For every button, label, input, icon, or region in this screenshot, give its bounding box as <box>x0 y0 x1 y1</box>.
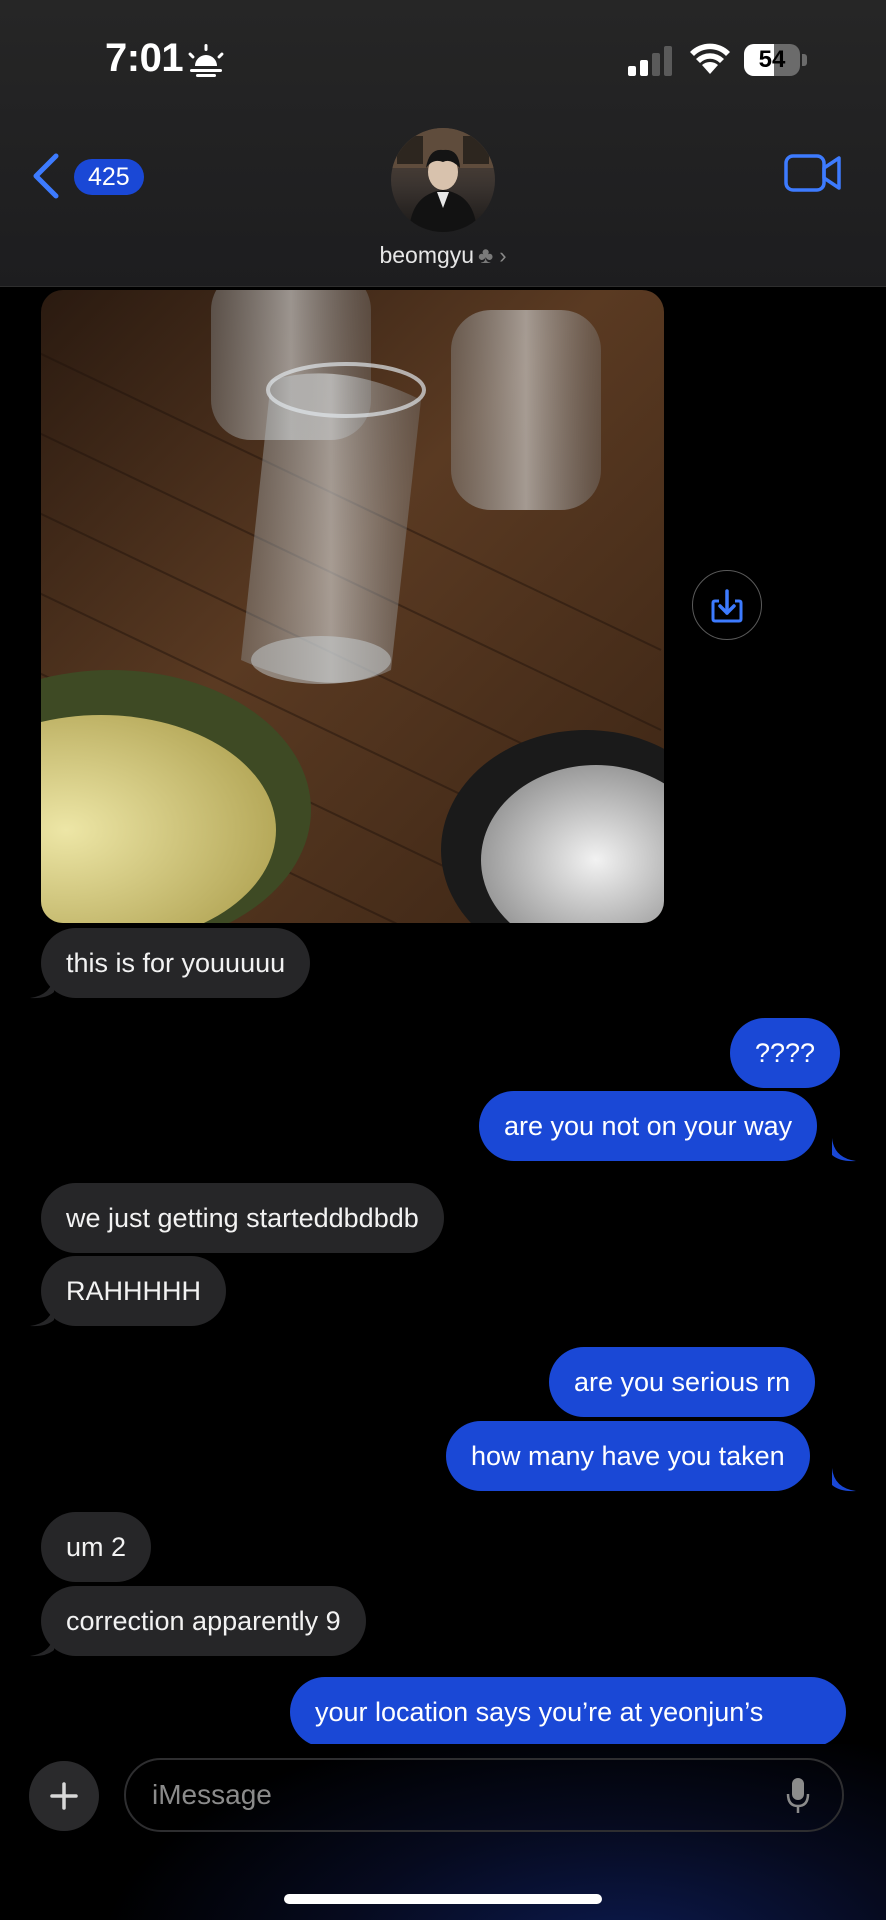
message-bubble-sent[interactable]: are you serious rn <box>549 1347 816 1417</box>
contact-emoji: ♣ <box>478 242 494 268</box>
message-bubble-sent[interactable]: how many have you taken <box>446 1421 810 1491</box>
bubble-tail <box>30 1633 54 1657</box>
battery-percent: 54 <box>758 46 786 73</box>
message-bubble-received[interactable]: RAHHHHH <box>41 1256 226 1326</box>
contact-avatar[interactable] <box>391 128 495 232</box>
message-input-placeholder: iMessage <box>152 1779 272 1810</box>
message-bubble-received[interactable]: we just getting starteddbdbdb <box>41 1183 444 1253</box>
contact-name-text: beomgyu <box>379 242 475 268</box>
download-icon <box>711 589 743 623</box>
unread-count-badge[interactable]: 425 <box>74 159 144 195</box>
status-bar: 7:01 54 <box>0 0 886 120</box>
status-time: 7:01 <box>105 36 184 80</box>
contact-name[interactable]: beomgyu ♣ › <box>300 242 586 269</box>
plus-icon <box>50 1782 78 1810</box>
message-bubble-sent[interactable]: your location says you’re at yeonjun’s <box>290 1677 846 1747</box>
facetime-video-icon[interactable] <box>784 152 842 194</box>
wifi-icon <box>690 43 730 74</box>
message-bubble-sent[interactable]: ???? <box>730 1018 841 1088</box>
cellular-signal-icon <box>628 46 672 76</box>
save-photo-button[interactable] <box>692 570 762 640</box>
photo-attachment <box>41 290 664 923</box>
battery-indicator: 54 <box>744 44 808 76</box>
chevron-right-icon: › <box>499 243 507 268</box>
conversation-header: 7:01 54 425 beomgyu ♣ › <box>0 0 886 287</box>
microphone-icon[interactable] <box>786 1778 810 1814</box>
add-attachment-button[interactable] <box>29 1761 99 1831</box>
bubble-tail <box>30 975 54 999</box>
message-bubble-sent[interactable]: are you not on your way <box>479 1091 818 1161</box>
sunrise-icon <box>188 44 224 77</box>
message-bubble-received[interactable]: this is for youuuuu <box>41 928 311 998</box>
bubble-tail <box>832 1468 856 1492</box>
message-input[interactable]: iMessage <box>124 1758 844 1832</box>
bubble-tail <box>30 1303 54 1327</box>
back-chevron-icon[interactable] <box>28 152 64 200</box>
message-bubble-received[interactable]: um 2 <box>41 1512 152 1582</box>
message-bubble-received[interactable]: correction apparently 9 <box>41 1586 366 1656</box>
avatar-photo <box>391 128 495 232</box>
photo-message[interactable] <box>41 290 664 923</box>
home-indicator[interactable] <box>284 1894 602 1904</box>
bubble-tail <box>832 1138 856 1162</box>
